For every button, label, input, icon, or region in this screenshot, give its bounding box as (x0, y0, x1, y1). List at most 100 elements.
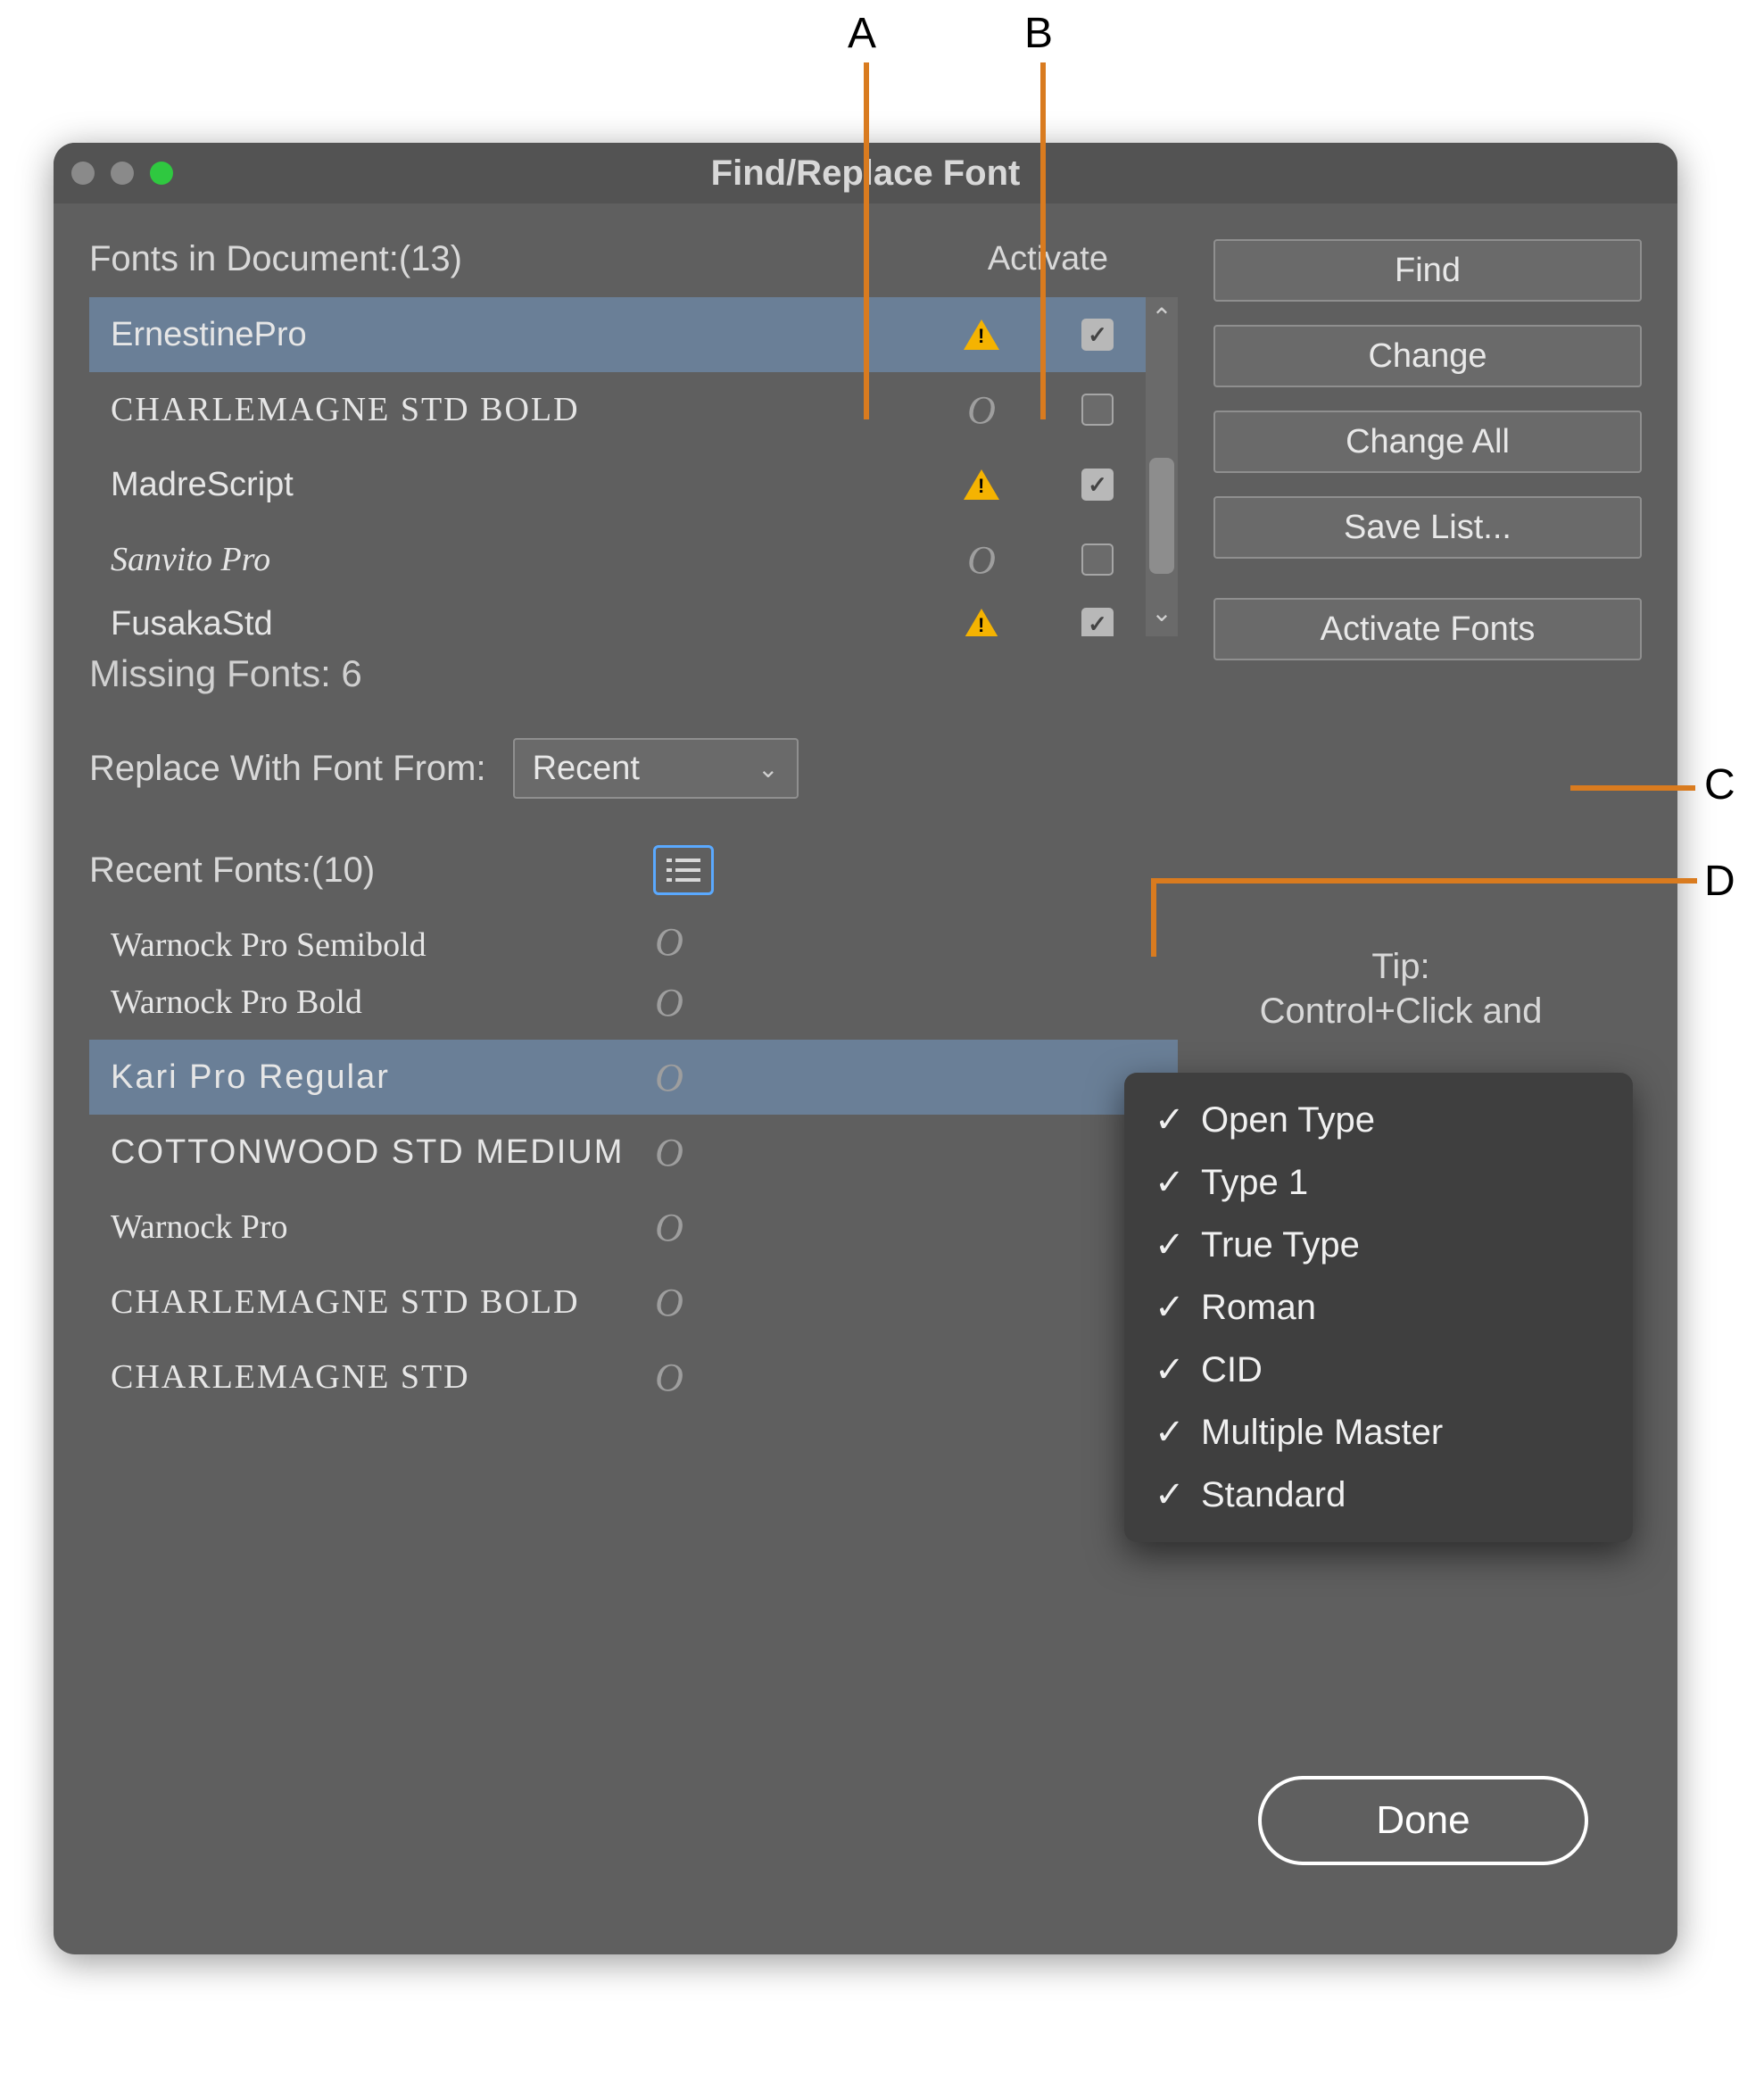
recent-fonts-label: Recent Fonts:(10) (89, 850, 375, 891)
filter-menu-label: Roman (1201, 1288, 1316, 1328)
filter-menu-item[interactable]: ✓ CID (1124, 1339, 1633, 1401)
minimize-icon[interactable] (111, 162, 134, 185)
opentype-icon: O (642, 1280, 696, 1325)
replace-with-label: Replace With Font From: (89, 749, 486, 789)
warning-icon (955, 609, 1008, 636)
opentype-icon: O (642, 980, 696, 1025)
activate-checkbox[interactable] (1071, 469, 1124, 501)
document-font-row[interactable]: ErnestinePro (89, 297, 1178, 372)
callout-line-c (1570, 785, 1695, 791)
check-icon: ✓ (1155, 1412, 1183, 1453)
filter-menu-item[interactable]: ✓ Open Type (1124, 1089, 1633, 1151)
callout-line-b (1040, 62, 1046, 419)
tip-label: Tip: (1178, 944, 1624, 989)
save-list-button[interactable]: Save List... (1213, 496, 1642, 559)
fonts-in-document-label: Fonts in Document:(13) (89, 239, 462, 279)
document-font-row[interactable]: CHARLEMAGNE STD BOLDO (89, 372, 1178, 447)
replace-source-value: Recent (533, 750, 640, 788)
activate-checkbox[interactable] (1071, 608, 1124, 636)
scroll-up-icon[interactable]: ⌃ (1151, 297, 1172, 337)
document-font-name: CHARLEMAGNE STD BOLD (111, 390, 955, 429)
list-icon (667, 857, 700, 884)
activate-checkbox[interactable] (1071, 543, 1124, 576)
filter-menu-item[interactable]: ✓ True Type (1124, 1214, 1633, 1276)
font-type-filter-menu: ✓ Open Type ✓ Type 1 ✓ True Type ✓ Roman ✓ CID ✓ Mu… (1124, 1073, 1633, 1542)
document-font-row[interactable]: FusakaStd (89, 597, 1178, 636)
change-all-button[interactable]: Change All (1213, 411, 1642, 473)
opentype-icon: O (642, 919, 696, 965)
filter-menu-item[interactable]: ✓ Roman (1124, 1276, 1633, 1339)
recent-font-row[interactable]: Warnock Pro SemiboldO (89, 915, 1178, 965)
recent-font-row[interactable]: Kari Pro RegularO (89, 1040, 1178, 1115)
recent-fonts-list[interactable]: Warnock Pro SemiboldOWarnock Pro BoldOKa… (89, 915, 1178, 1414)
recent-font-name: CHARLEMAGNE STD BOLD (111, 1282, 642, 1322)
scroll-thumb[interactable] (1149, 458, 1174, 574)
document-font-name: ErnestinePro (111, 316, 955, 354)
recent-font-name: Kari Pro Regular (111, 1058, 642, 1097)
close-icon[interactable] (71, 162, 95, 185)
callout-line-d (1151, 878, 1697, 884)
document-fonts-list[interactable]: ErnestineProCHARLEMAGNE STD BOLDOMadreSc… (89, 297, 1178, 636)
change-button[interactable]: Change (1213, 325, 1642, 387)
callout-label-b: B (1024, 9, 1053, 58)
filter-menu-item[interactable]: ✓ Multiple Master (1124, 1401, 1633, 1464)
activate-column-header: Activate (988, 240, 1108, 278)
filter-menu-item[interactable]: ✓ Type 1 (1124, 1151, 1633, 1214)
recent-font-name: Warnock Pro Semibold (111, 925, 642, 965)
callout-label-d: D (1704, 857, 1735, 906)
opentype-icon: O (955, 387, 1008, 433)
chevron-down-icon: ⌄ (758, 754, 778, 784)
recent-font-name: Warnock Pro (111, 1207, 642, 1247)
replace-source-select[interactable]: Recent ⌄ (513, 738, 799, 799)
document-font-name: FusakaStd (111, 605, 955, 637)
check-icon: ✓ (1155, 1474, 1183, 1515)
callout-label-a: A (848, 9, 876, 58)
recent-font-row[interactable]: CHARLEMAGNE STD BOLDO (89, 1265, 1178, 1340)
warning-icon (955, 319, 1008, 350)
check-icon: ✓ (1155, 1287, 1183, 1328)
find-button[interactable]: Find (1213, 239, 1642, 302)
opentype-icon: O (642, 1355, 696, 1400)
check-icon: ✓ (1155, 1349, 1183, 1390)
recent-font-name: CHARLEMAGNE STD (111, 1357, 642, 1397)
callout-line-d-vert (1151, 878, 1156, 957)
tip-body: Control+Click and (1178, 989, 1624, 1033)
scroll-down-icon[interactable]: ⌄ (1151, 593, 1172, 633)
warning-icon (955, 469, 1008, 500)
activate-checkbox[interactable] (1071, 394, 1124, 426)
window-controls (71, 162, 173, 185)
document-font-row[interactable]: MadreScript (89, 447, 1178, 522)
scrollbar[interactable]: ⌃⌄ (1146, 297, 1178, 636)
filter-menu-label: Open Type (1201, 1100, 1375, 1141)
activate-fonts-button[interactable]: Activate Fonts (1213, 598, 1642, 660)
font-type-filter-button[interactable] (653, 845, 714, 895)
recent-font-row[interactable]: Warnock ProO (89, 1190, 1178, 1265)
document-font-row[interactable]: Sanvito ProO (89, 522, 1178, 597)
document-font-name: MadreScript (111, 466, 955, 504)
filter-menu-label: Standard (1201, 1475, 1346, 1515)
callout-label-c: C (1704, 760, 1735, 809)
document-font-name: Sanvito Pro (111, 540, 955, 579)
recent-font-name: Warnock Pro Bold (111, 983, 642, 1022)
filter-menu-label: CID (1201, 1350, 1263, 1390)
recent-font-row[interactable]: Warnock Pro BoldO (89, 965, 1178, 1040)
check-icon: ✓ (1155, 1099, 1183, 1141)
opentype-icon: O (642, 1055, 696, 1100)
callout-line-a (864, 62, 869, 419)
recent-font-row[interactable]: COTTONWOOD STD MEDIUMO (89, 1115, 1178, 1190)
filter-menu-label: Type 1 (1201, 1163, 1308, 1203)
tip-text: Tip: Control+Click and (1178, 944, 1624, 1033)
maximize-icon[interactable] (150, 162, 173, 185)
activate-checkbox[interactable] (1071, 319, 1124, 351)
filter-menu-label: True Type (1201, 1225, 1360, 1265)
check-icon: ✓ (1155, 1162, 1183, 1203)
filter-menu-label: Multiple Master (1201, 1413, 1443, 1453)
opentype-icon: O (642, 1130, 696, 1175)
recent-font-row[interactable]: CHARLEMAGNE STDO (89, 1340, 1178, 1414)
opentype-icon: O (642, 1205, 696, 1250)
recent-font-name: COTTONWOOD STD MEDIUM (111, 1133, 642, 1172)
missing-fonts-label: Missing Fonts: 6 (89, 652, 1178, 695)
done-button[interactable]: Done (1258, 1776, 1588, 1865)
filter-menu-item[interactable]: ✓ Standard (1124, 1464, 1633, 1526)
check-icon: ✓ (1155, 1224, 1183, 1265)
